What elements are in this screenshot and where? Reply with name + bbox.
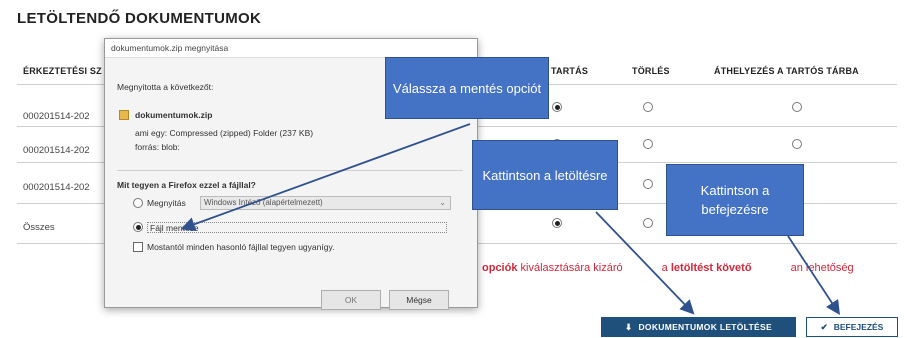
callout-download: Kattintson a letöltésre: [472, 140, 618, 210]
callout-save: Válassza a mentés opciót: [385, 57, 549, 119]
arrow-to-save: [180, 123, 471, 232]
callout-download-text: Kattintson a letöltésre: [482, 167, 608, 183]
callout-save-text: Válassza a mentés opciót: [392, 80, 542, 96]
callout-finish: Kattintson a befejezésre: [666, 164, 804, 236]
callout-finish-text: Kattintson a befejezésre: [700, 183, 770, 217]
arrow-to-finish: [787, 235, 840, 316]
